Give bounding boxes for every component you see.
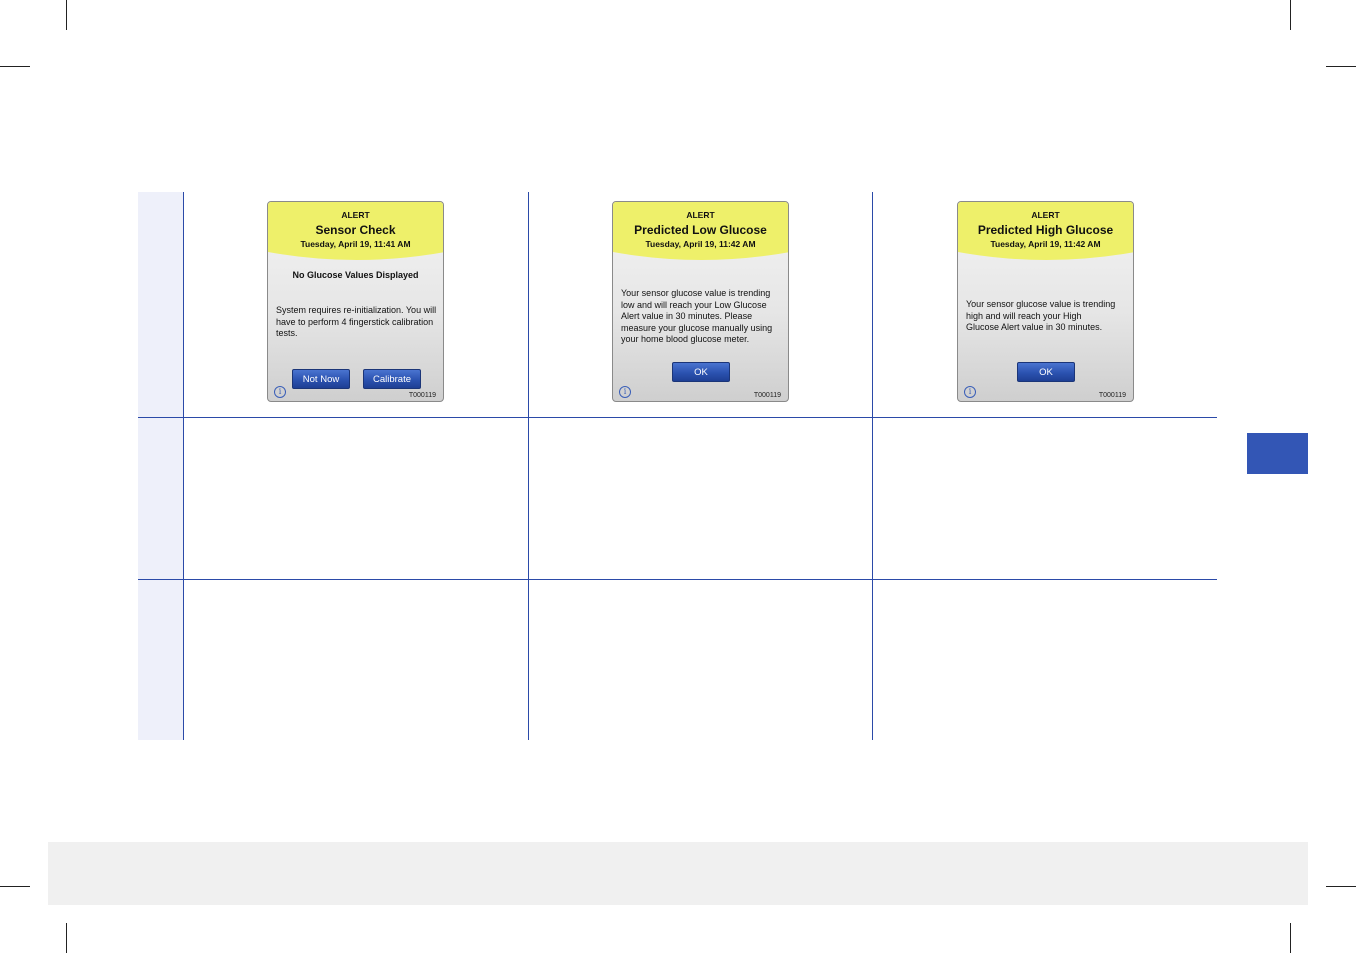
alert-date: Tuesday, April 19, 11:42 AM <box>645 239 756 249</box>
table-divider <box>528 192 529 740</box>
alert-screen-predicted-high-glucose: ALERT Predicted High Glucose Tuesday, Ap… <box>957 201 1134 402</box>
crop-mark <box>1290 0 1291 30</box>
crop-mark <box>1326 66 1356 67</box>
figure-code: T000119 <box>1098 392 1126 399</box>
ok-button[interactable]: OK <box>1017 362 1075 382</box>
table-divider <box>872 192 873 740</box>
alert-label: ALERT <box>686 210 715 220</box>
calibrate-button[interactable]: Calibrate <box>363 369 421 389</box>
alert-screen-sensor-check: ALERT Sensor Check Tuesday, April 19, 11… <box>267 201 444 402</box>
table-divider <box>138 417 1217 418</box>
alert-message: Your sensor glucose value is trending lo… <box>621 288 773 344</box>
crop-mark <box>66 0 67 30</box>
alert-message: System requires re-initialization. You w… <box>276 305 437 338</box>
alert-date: Tuesday, April 19, 11:41 AM <box>300 239 411 249</box>
crop-mark <box>66 923 67 953</box>
info-icon[interactable]: i <box>619 386 631 398</box>
not-now-button[interactable]: Not Now <box>292 369 350 389</box>
alert-subheading: No Glucose Values Displayed <box>292 270 419 280</box>
figure-code: T000119 <box>753 392 781 399</box>
alert-message: Your sensor glucose value is trending hi… <box>966 299 1116 332</box>
alert-label: ALERT <box>1031 210 1060 220</box>
crop-mark <box>1326 886 1356 887</box>
alert-title: Predicted Low Glucose <box>634 223 767 237</box>
alert-title: Predicted High Glucose <box>977 223 1114 237</box>
figure-code: T000119 <box>408 392 436 399</box>
chapter-tab <box>1247 433 1308 474</box>
crop-mark <box>0 886 30 887</box>
info-icon[interactable]: i <box>274 386 286 398</box>
alert-title: Sensor Check <box>315 223 396 237</box>
ok-button[interactable]: OK <box>672 362 730 382</box>
alert-header: ALERT Sensor Check Tuesday, April 19, 11… <box>268 202 443 268</box>
table-divider <box>138 579 1217 580</box>
crop-mark <box>0 66 30 67</box>
crop-mark <box>1290 923 1291 953</box>
footer-bar <box>48 842 1308 905</box>
table-left-column <box>138 192 183 740</box>
alert-date: Tuesday, April 19, 11:42 AM <box>990 239 1101 249</box>
alert-header: ALERT Predicted Low Glucose Tuesday, Apr… <box>613 202 788 268</box>
table-divider <box>183 192 184 740</box>
info-icon[interactable]: i <box>964 386 976 398</box>
alert-screen-predicted-low-glucose: ALERT Predicted Low Glucose Tuesday, Apr… <box>612 201 789 402</box>
alert-label: ALERT <box>341 210 370 220</box>
alert-header: ALERT Predicted High Glucose Tuesday, Ap… <box>958 202 1133 268</box>
